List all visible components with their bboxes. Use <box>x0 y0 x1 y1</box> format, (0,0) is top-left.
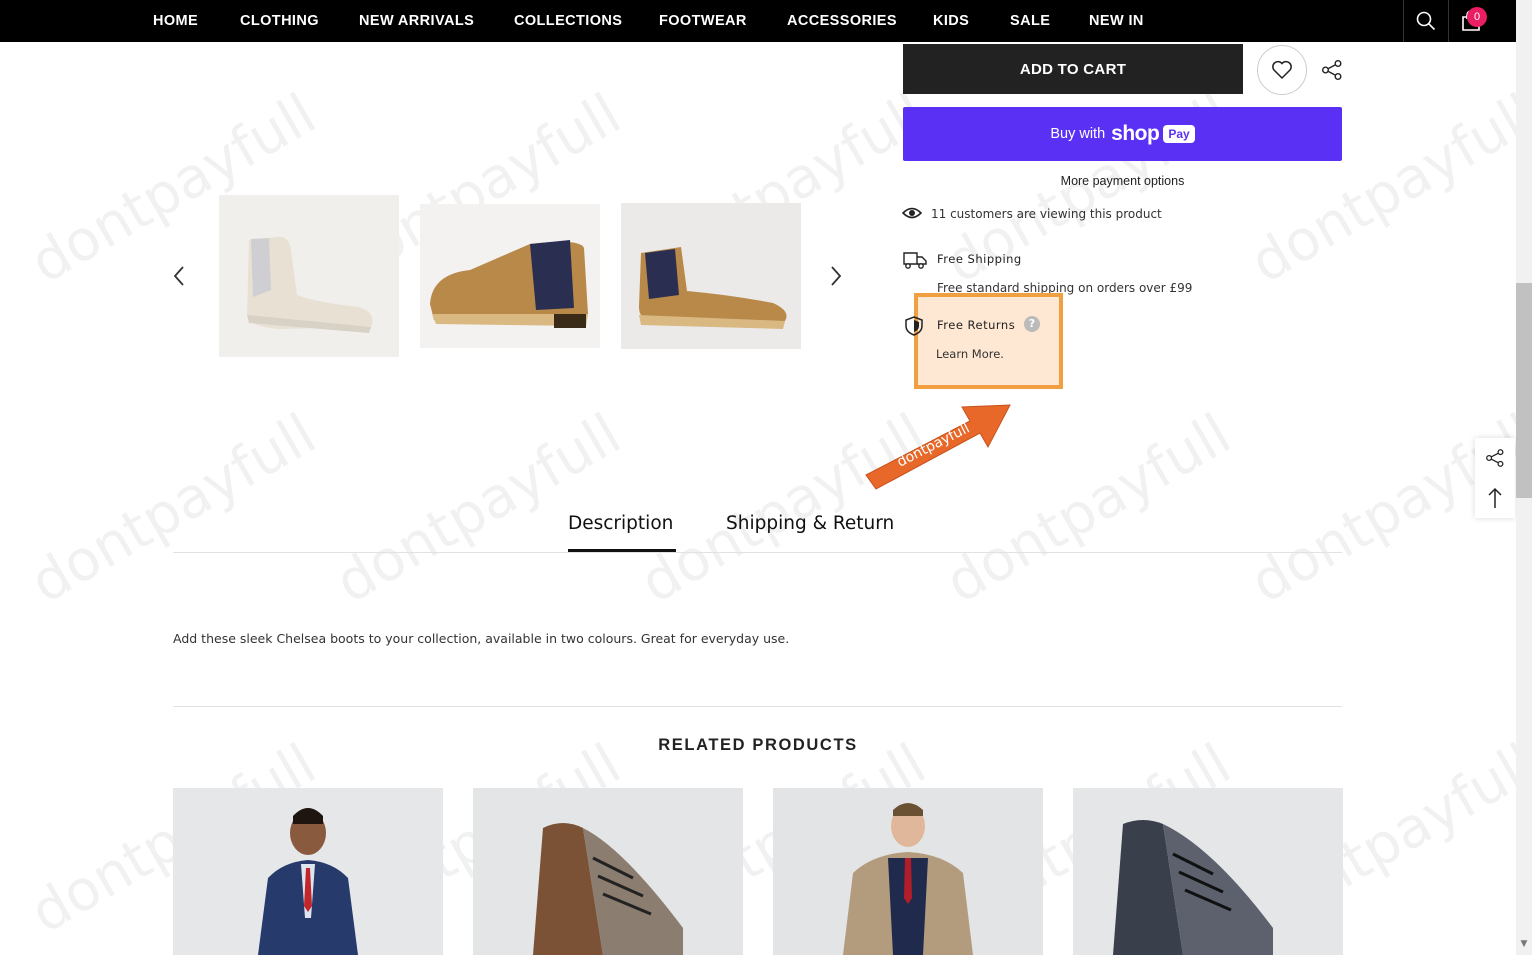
chevron-left-icon <box>173 266 184 286</box>
add-to-cart-button[interactable]: ADD TO CART <box>903 44 1243 94</box>
section-divider <box>173 706 1342 707</box>
scrollbar-thumb[interactable] <box>1516 283 1532 498</box>
chevron-right-icon <box>831 266 842 286</box>
nav-item-new-in[interactable]: NEW IN <box>1089 0 1144 42</box>
product-description-text: Add these sleek Chelsea boots to your co… <box>173 631 790 646</box>
shop-pay-button[interactable]: Buy with shop Pay <box>903 107 1342 161</box>
nav-item-clothing[interactable]: CLOTHING <box>240 0 319 42</box>
arrow-up-icon <box>1488 487 1502 508</box>
gallery-thumbnail-3[interactable] <box>621 203 801 349</box>
related-product-card-3[interactable] <box>773 788 1043 955</box>
free-shipping-title: Free Shipping <box>937 252 1022 266</box>
cart-count-badge: 0 <box>1467 7 1487 27</box>
promo-arrow-text: dontpayfull <box>895 420 973 470</box>
back-to-top-button[interactable] <box>1475 478 1515 518</box>
search-icon <box>1416 11 1436 31</box>
side-share-button[interactable] <box>1475 438 1515 478</box>
nav-item-footwear[interactable]: FOOTWEAR <box>659 0 747 42</box>
related-product-card-1[interactable] <box>173 788 443 955</box>
shop-pay-buy-with-label: Buy with <box>1050 126 1106 142</box>
nav-item-new-arrivals[interactable]: NEW ARRIVALS <box>359 0 474 42</box>
share-icon <box>1486 449 1504 467</box>
watermark-text: dontpayfull <box>325 401 632 617</box>
related-products-title: RELATED PRODUCTS <box>658 736 858 754</box>
truck-icon <box>903 252 927 269</box>
eye-icon <box>902 207 922 219</box>
free-returns-learn-more-link[interactable]: Learn More. <box>936 347 1004 361</box>
tab-shipping-return[interactable]: Shipping & Return <box>726 513 894 534</box>
share-button[interactable] <box>1318 56 1346 84</box>
tabs-divider <box>173 552 1342 553</box>
nav-item-kids[interactable]: KIDS <box>933 0 969 42</box>
navy-check-suit-image <box>258 808 358 955</box>
watermark-text: dontpayfull <box>630 401 937 617</box>
tab-description[interactable]: Description <box>568 513 673 534</box>
gallery-thumbnail-1[interactable] <box>219 195 399 357</box>
share-icon <box>1322 60 1342 80</box>
nav-item-home[interactable]: HOME <box>153 0 198 42</box>
free-returns-highlight <box>914 293 1063 389</box>
more-payment-options-link[interactable]: More payment options <box>903 174 1342 188</box>
gallery-prev-button[interactable] <box>167 261 191 291</box>
promo-arrow-graphic: dontpayfull <box>865 404 1011 490</box>
wishlist-button[interactable] <box>1257 45 1307 95</box>
search-button[interactable] <box>1404 0 1448 42</box>
nav-item-collections[interactable]: COLLECTIONS <box>514 0 622 42</box>
watermark-text: dontpayfull <box>935 401 1242 617</box>
shop-pay-pay-badge: Pay <box>1163 125 1195 143</box>
shop-pay-logo-text: shop <box>1111 122 1160 145</box>
gallery-next-button[interactable] <box>824 261 848 291</box>
gallery-thumbnail-2[interactable] <box>420 204 600 348</box>
tan-chelsea-boot-pair-image <box>639 247 787 329</box>
related-product-card-4[interactable] <box>1073 788 1343 955</box>
nav-item-sale[interactable]: SALE <box>1010 0 1050 42</box>
heart-icon <box>1272 60 1292 80</box>
free-returns-title: Free Returns <box>937 318 1016 332</box>
shield-icon <box>905 316 923 336</box>
scroll-down-arrow[interactable]: ▼ <box>1519 939 1529 949</box>
tan-chelsea-boot-side-image <box>430 240 588 328</box>
related-product-card-2[interactable] <box>473 788 743 955</box>
tweed-waistcoat-suit-image <box>843 803 973 955</box>
nav-item-accessories[interactable]: ACCESSORIES <box>787 0 897 42</box>
viewers-count-text: 11 customers are viewing this product <box>931 207 1162 221</box>
grey-tweed-boot-image <box>1113 820 1273 955</box>
watermark-text: dontpayfull <box>20 401 327 617</box>
top-navigation: HOME CLOTHING NEW ARRIVALS COLLECTIONS F… <box>0 0 1516 42</box>
help-question-icon[interactable]: ? <box>1024 316 1040 332</box>
cream-chelsea-boot-image <box>247 236 373 333</box>
brown-tweed-boot-image <box>533 823 683 955</box>
